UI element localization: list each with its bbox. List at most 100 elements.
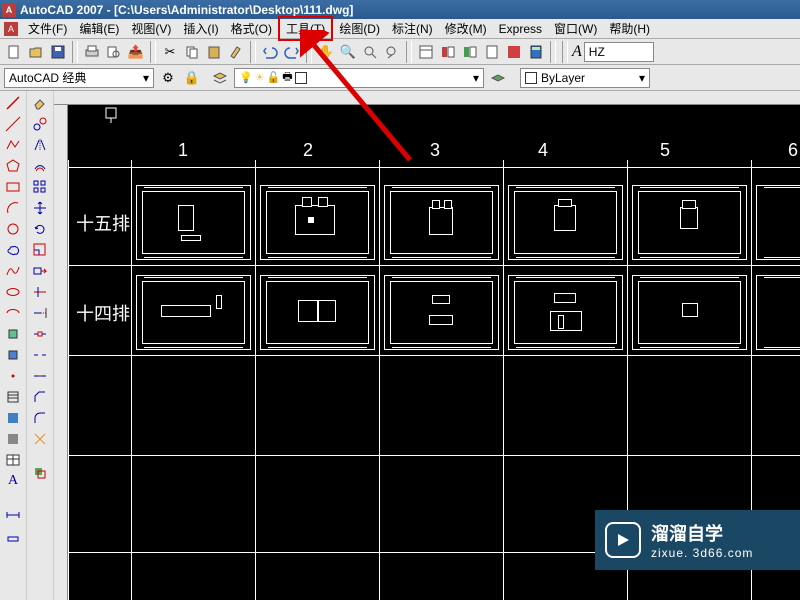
text-style-icon[interactable]: A [572,43,582,61]
copy-obj-icon[interactable] [29,114,51,134]
menu-window[interactable]: 窗口(W) [548,18,603,39]
thumbnail-cell [508,275,623,350]
zoom-prev-icon[interactable] [382,42,402,62]
col-label-5: 5 [660,140,670,161]
hatch-icon[interactable] [2,387,24,407]
break-icon[interactable] [29,345,51,365]
extend-icon[interactable] [29,303,51,323]
preview-icon[interactable] [104,42,124,62]
open-icon[interactable] [26,42,46,62]
thumbnail-cell [384,185,499,260]
menu-view[interactable]: 视图(V) [125,18,177,39]
join-icon[interactable] [29,366,51,386]
gradient-icon[interactable] [2,408,24,428]
undo-icon[interactable] [260,42,280,62]
bulb-icon: 💡 [239,71,253,84]
cut-icon[interactable]: ✂ [160,42,180,62]
tool-other-icon[interactable] [2,526,24,546]
zoom-win-icon[interactable] [360,42,380,62]
menu-edit[interactable]: 编辑(E) [73,18,125,39]
move-icon[interactable] [29,198,51,218]
scale-icon[interactable] [29,240,51,260]
layer-color-swatch [295,72,307,84]
distance-icon[interactable] [2,505,24,525]
menu-modify[interactable]: 修改(M) [439,18,493,39]
properties-icon[interactable] [416,42,436,62]
match-icon[interactable] [226,42,246,62]
color-dropdown[interactable]: ByLayer ▾ [520,68,650,88]
thumbnail-cell [136,275,251,350]
tool-palette-icon[interactable] [460,42,480,62]
modify-toolbar [27,91,54,600]
table-icon[interactable] [2,450,24,470]
design-center-icon[interactable] [438,42,458,62]
layer-prev-icon[interactable] [488,68,508,88]
menu-insert[interactable]: 插入(I) [177,18,224,39]
sheet-set-icon[interactable] [482,42,502,62]
mtext-icon[interactable]: A [2,471,24,491]
point-icon[interactable] [2,366,24,386]
arc-icon[interactable] [2,198,24,218]
spline-icon[interactable] [2,261,24,281]
col-label-6: 6 [788,140,798,161]
publish-icon[interactable]: 📤 [126,42,146,62]
col-label-3: 3 [430,140,440,161]
lock-icon: 🔓 [267,71,281,84]
revcloud-icon[interactable] [2,240,24,260]
redo-icon[interactable] [282,42,302,62]
col-label-2: 2 [303,140,313,161]
new-icon[interactable] [4,42,24,62]
mirror-icon[interactable] [29,135,51,155]
layer-props-icon[interactable] [210,68,230,88]
text-style-input[interactable] [584,42,654,62]
rectangle-icon[interactable] [2,177,24,197]
doc-icon[interactable]: A [4,22,18,36]
menu-file[interactable]: 文件(F) [22,18,73,39]
save-icon[interactable] [48,42,68,62]
line-icon[interactable] [2,93,24,113]
ellipse-icon[interactable] [2,282,24,302]
polyline-icon[interactable] [2,135,24,155]
ellipse-arc-icon[interactable] [2,303,24,323]
gridline [379,160,380,600]
erase-icon[interactable] [29,93,51,113]
menu-dimension[interactable]: 标注(N) [386,18,439,39]
paste-icon[interactable] [204,42,224,62]
thumbnail-cell [260,185,375,260]
workspace-settings-icon[interactable]: ⚙ [158,68,178,88]
block-insert-icon[interactable] [2,324,24,344]
sun-icon: ☀ [255,71,265,84]
polygon-icon[interactable] [2,156,24,176]
fillet-icon[interactable] [29,408,51,428]
trim-icon[interactable] [29,282,51,302]
menu-format[interactable]: 格式(O) [225,18,278,39]
thumbnail-cell [756,185,800,260]
layer-dropdown[interactable]: 💡 ☀ 🔓 🖶 ▾ [234,68,484,88]
menu-tools[interactable]: 工具(T) [278,16,333,41]
xline-icon[interactable] [2,114,24,134]
menu-help[interactable]: 帮助(H) [603,18,656,39]
break-point-icon[interactable] [29,324,51,344]
block-make-icon[interactable] [2,345,24,365]
zoom-rt-icon[interactable]: 🔍 [338,42,358,62]
chamfer-icon[interactable] [29,387,51,407]
region-icon[interactable] [2,429,24,449]
plot-icon[interactable] [82,42,102,62]
workspace-lock-icon[interactable]: 🔒 [182,68,202,88]
workspace-dropdown[interactable]: AutoCAD 经典 ▾ [4,68,154,88]
gridline [68,265,800,266]
pan-icon[interactable]: ✋ [316,42,336,62]
calc-icon[interactable] [526,42,546,62]
menu-draw[interactable]: 绘图(D) [333,18,386,39]
horizontal-ruler [54,91,800,105]
offset-icon[interactable] [29,156,51,176]
rotate-icon[interactable] [29,219,51,239]
copy-icon[interactable] [182,42,202,62]
array-icon[interactable] [29,177,51,197]
draworder-icon[interactable] [29,463,51,483]
explode-icon[interactable] [29,429,51,449]
markup-icon[interactable] [504,42,524,62]
stretch-icon[interactable] [29,261,51,281]
circle-icon[interactable] [2,219,24,239]
menu-express[interactable]: Express [493,20,548,38]
